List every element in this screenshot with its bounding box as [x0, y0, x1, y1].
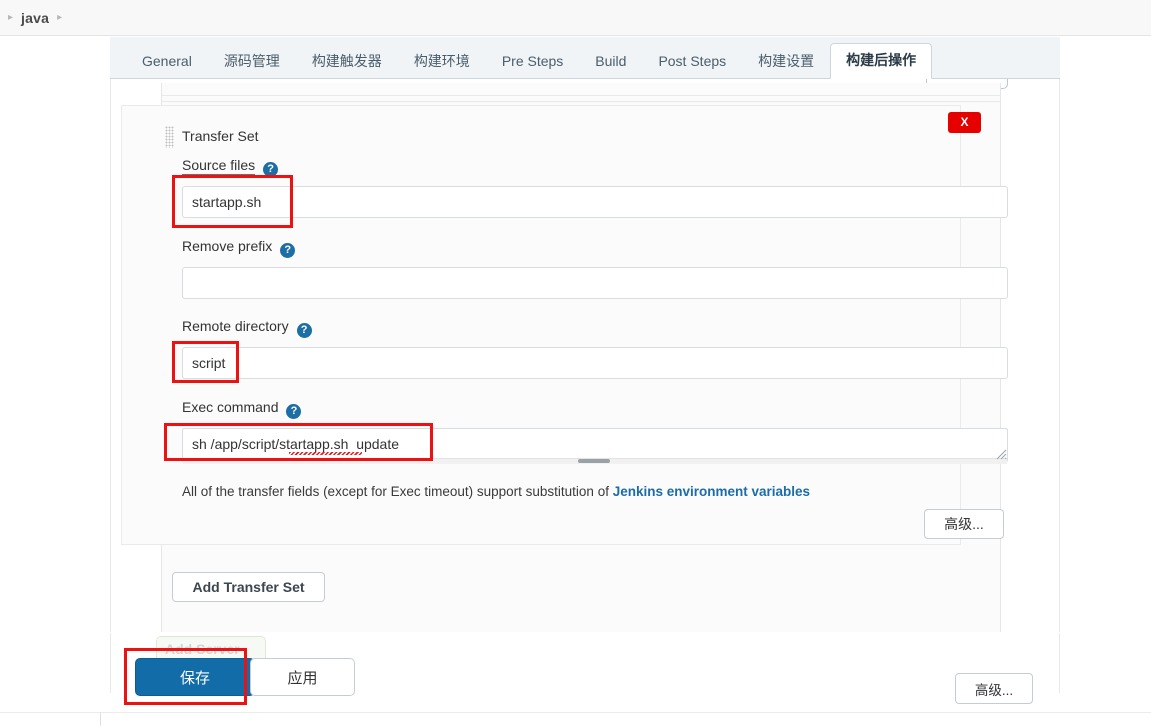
config-tab-bar: General 源码管理 构建触发器 构建环境 Pre Steps Build …: [110, 37, 1060, 79]
remote-directory-input[interactable]: [182, 347, 1008, 379]
source-files-input[interactable]: [182, 186, 1008, 218]
remove-prefix-help-icon[interactable]: ?: [280, 243, 296, 258]
substitution-note: All of the transfer fields (except for E…: [182, 484, 810, 499]
save-button[interactable]: 保存: [135, 658, 255, 696]
exec-command-scrollbar-thumb[interactable]: [578, 459, 610, 463]
tab-build[interactable]: Build: [579, 44, 642, 79]
remove-prefix-label: Remove prefix?: [182, 238, 296, 258]
panel-divider-top: [161, 95, 1001, 96]
breadcrumb-item-java[interactable]: java: [21, 10, 49, 26]
panel-divider-mid: [161, 101, 1001, 102]
apply-button[interactable]: 应用: [250, 658, 355, 696]
page-bottom-strip: [0, 712, 1151, 727]
breadcrumb-trailing-chevron-icon[interactable]: ▸: [49, 12, 70, 23]
tab-general[interactable]: General: [126, 44, 208, 79]
jenkins-environment-variables-link[interactable]: Jenkins environment variables: [613, 484, 810, 499]
source-files-help-icon[interactable]: ?: [263, 162, 279, 177]
breadcrumb-leading-chevron-icon: ▸: [8, 11, 14, 23]
remote-directory-help-icon[interactable]: ?: [296, 323, 312, 338]
drag-handle-icon[interactable]: [165, 126, 174, 148]
exec-command-textarea[interactable]: sh /app/script/startapp.sh update: [182, 428, 1008, 462]
page-bottom-tick: [100, 712, 101, 726]
add-transfer-set-button[interactable]: Add Transfer Set: [172, 572, 325, 602]
tab-build-settings[interactable]: 构建设置: [742, 44, 830, 79]
tab-pre-steps[interactable]: Pre Steps: [486, 44, 579, 79]
delete-transfer-set-button[interactable]: X: [948, 112, 981, 133]
tab-post-steps[interactable]: Post Steps: [642, 44, 742, 79]
remove-prefix-input[interactable]: [182, 267, 1008, 299]
breadcrumb: ▸ java ▸: [0, 0, 1151, 36]
substitution-note-text: All of the transfer fields (except for E…: [182, 484, 613, 499]
remote-directory-label: Remote directory?: [182, 318, 312, 338]
transfer-set-advanced-button[interactable]: 高级...: [924, 509, 1004, 539]
source-files-label: Source files?: [182, 157, 279, 177]
exec-command-help-icon[interactable]: ?: [286, 404, 302, 419]
form-action-bar: 保存 应用: [110, 653, 1151, 705]
tab-build-environment[interactable]: 构建环境: [398, 44, 486, 79]
exec-command-label: Exec command?: [182, 399, 302, 419]
tab-build-triggers[interactable]: 构建触发器: [296, 44, 398, 79]
transfer-set-title: Transfer Set: [182, 128, 259, 144]
tab-post-build-actions[interactable]: 构建后操作: [830, 43, 933, 79]
tab-source-management[interactable]: 源码管理: [208, 44, 296, 79]
